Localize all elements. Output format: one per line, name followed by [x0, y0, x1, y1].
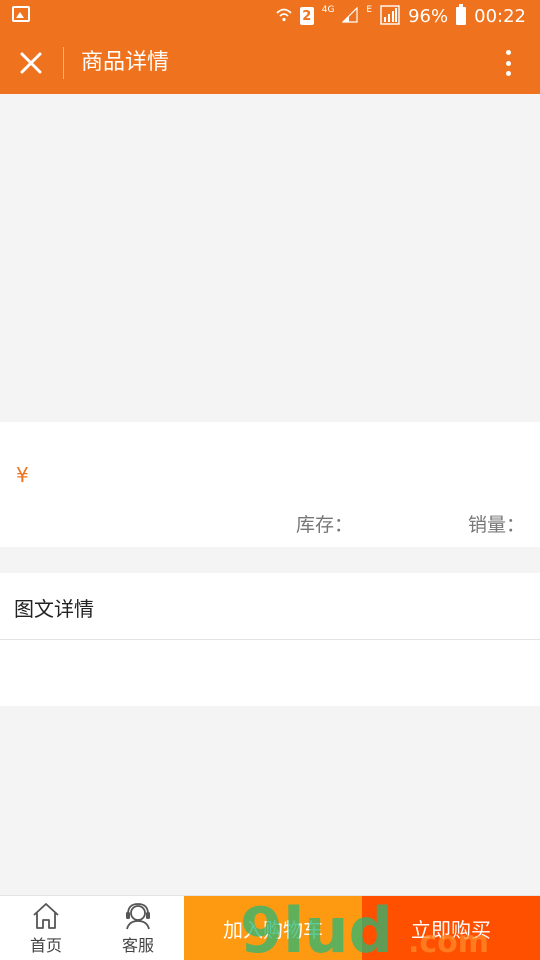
bottom-action-bar: 首页 客服 加入购物车 立即购买: [0, 895, 540, 960]
home-icon: [33, 903, 59, 929]
more-button[interactable]: [496, 48, 520, 78]
signal-icon: [341, 6, 359, 26]
more-vertical-icon: [505, 50, 511, 55]
add-to-cart-button[interactable]: 加入购物车: [184, 896, 362, 960]
clock: 00:22: [474, 5, 526, 27]
price-currency: ¥: [16, 463, 29, 487]
customer-service-nav-button[interactable]: 客服: [92, 896, 184, 960]
sales-label: 销量：: [468, 514, 526, 536]
close-icon: [20, 52, 42, 74]
header-divider: [63, 47, 64, 79]
product-image: [0, 94, 540, 422]
signal-full-icon: [380, 4, 400, 28]
image-notification-icon: [12, 6, 30, 22]
app-bar: 商品详情: [0, 32, 540, 94]
more-dot: [505, 71, 511, 76]
battery-percent: 96%: [408, 5, 449, 27]
detail-divider: [0, 639, 540, 640]
page-title: 商品详情: [81, 50, 170, 75]
wifi-icon: [276, 7, 292, 26]
home-label: 首页: [29, 936, 62, 955]
stock-label: 库存：: [296, 514, 354, 536]
home-nav-button[interactable]: 首页: [0, 896, 92, 960]
service-label: 客服: [121, 936, 154, 955]
more-dot: [505, 60, 511, 66]
battery-icon: [456, 4, 467, 25]
product-info-panel: ¥ 库存： 销量：: [0, 422, 540, 547]
close-button[interactable]: [14, 46, 48, 80]
detail-title: 图文详情: [14, 597, 94, 621]
detail-section: 图文详情: [0, 573, 540, 706]
sim-badge: 2: [299, 7, 314, 25]
network-type: 4G: [321, 5, 335, 15]
buy-now-button[interactable]: 立即购买: [362, 896, 540, 960]
edge-badge: E: [366, 5, 373, 15]
customer-service-icon: [126, 903, 150, 930]
status-indicators: 2 4G E 96% 00:22: [276, 4, 526, 28]
status-bar: 2 4G E 96% 00:22: [0, 0, 540, 32]
